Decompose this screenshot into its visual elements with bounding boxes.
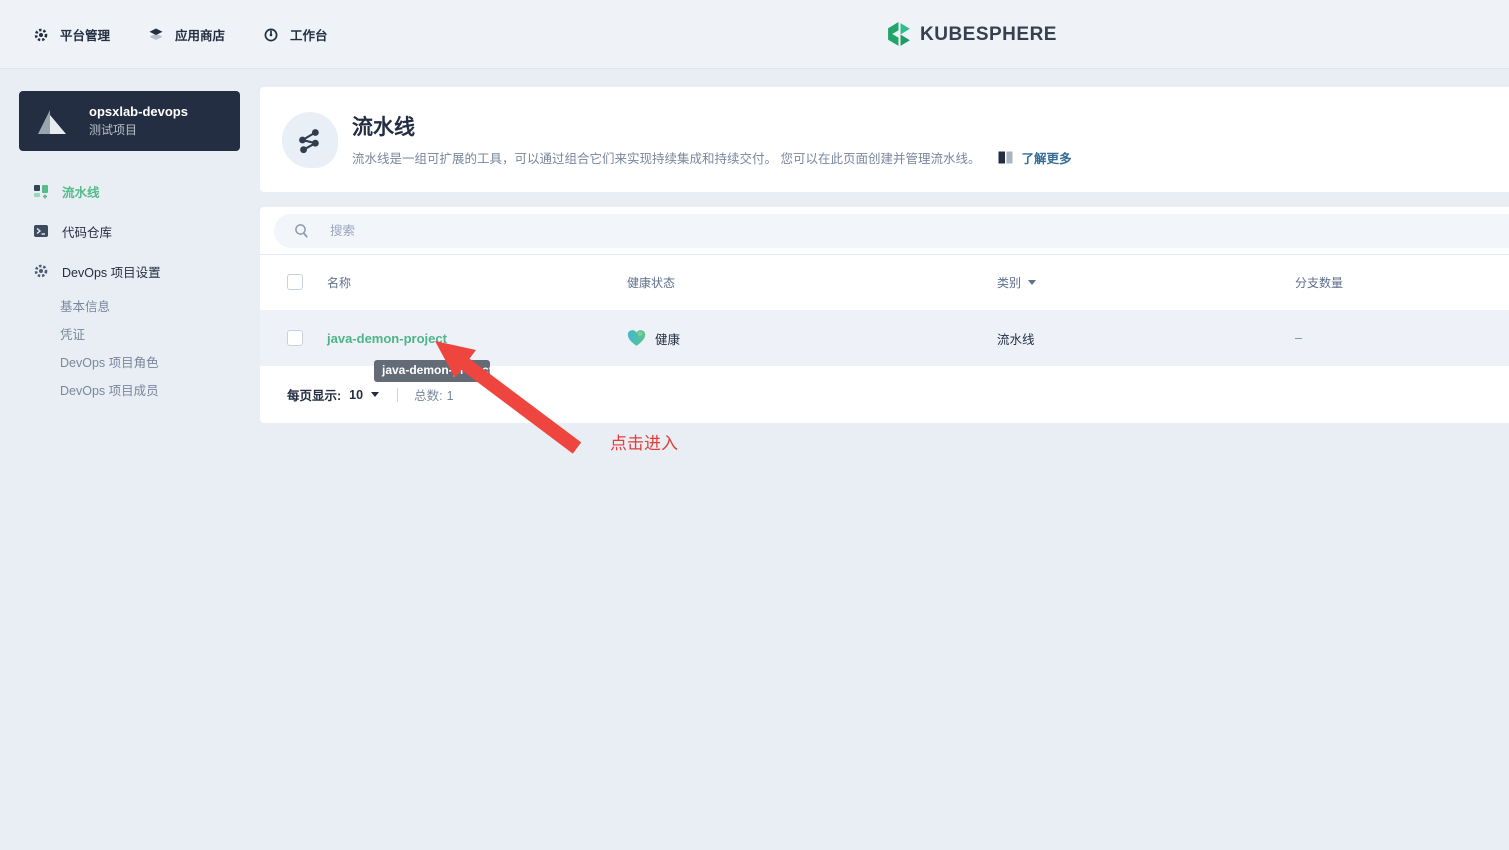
pipeline-header-icon [282, 112, 338, 168]
column-header-category[interactable]: 类别 [997, 274, 1295, 291]
sidebar-subitem-project-roles[interactable]: DevOps 项目角色 [0, 347, 260, 375]
page-title: 流水线 [352, 116, 415, 139]
devops-project-icon [38, 110, 66, 134]
sidebar-item-label: DevOps 项目设置 [62, 265, 161, 280]
project-selector-card[interactable]: opsxlab-devops 测试项目 [19, 91, 240, 151]
caret-down-icon [371, 392, 380, 397]
pipeline-name-link[interactable]: java-demon-project [327, 331, 447, 346]
column-header-branches: 分支数量 [1295, 276, 1344, 290]
kubesphere-logo-icon [888, 22, 910, 46]
per-page-label: 每页显示: [287, 389, 342, 403]
nav-appstore-label: 应用商店 [175, 29, 226, 43]
sidebar-subitem-credentials[interactable]: 凭证 [0, 319, 260, 347]
sidebar-item-label: 流水线 [62, 185, 100, 200]
per-page-value: 10 [349, 387, 364, 402]
sidebar: opsxlab-devops 测试项目 流水线 代码仓库 DevOps 项目设置… [0, 69, 260, 850]
table-row[interactable]: java-demon-project 健康 流水线 – [260, 310, 1509, 366]
column-header-health: 健康状态 [627, 276, 676, 290]
branches-cell: – [1295, 331, 1302, 345]
project-type: 测试项目 [89, 123, 138, 137]
workbench-icon [264, 28, 278, 41]
logo-text: KUBESPHERE [920, 23, 1057, 45]
per-page-select[interactable]: 10 [349, 387, 380, 402]
project-name: opsxlab-devops [89, 104, 188, 119]
sidebar-menu: 流水线 代码仓库 DevOps 项目设置 基本信息 凭证 DevOps 项目角色… [0, 171, 260, 403]
topbar: 平台管理 应用商店 工作台 KUBESPHERE [0, 0, 1509, 69]
page-header-card: 流水线 流水线是一组可扩展的工具，可以通过组合它们来实现持续集成和持续交付。 您… [260, 87, 1509, 192]
select-all-checkbox[interactable] [287, 274, 303, 290]
pager-divider [397, 387, 399, 402]
nav-platform-management[interactable]: 平台管理 [33, 25, 110, 44]
nav-platform-label: 平台管理 [60, 29, 111, 43]
nav-workbench[interactable]: 工作台 [263, 25, 328, 44]
gear-icon [34, 28, 48, 41]
kubesphere-logo[interactable]: KUBESPHERE [886, 21, 1057, 48]
main-content: 流水线 流水线是一组可扩展的工具，可以通过组合它们来实现持续集成和持续交付。 您… [260, 69, 1509, 850]
sidebar-item-code-repos[interactable]: 代码仓库 [0, 211, 260, 251]
health-status-cell: 健康 [627, 329, 997, 348]
pipeline-name-tooltip: java-demon-project [374, 360, 490, 382]
sidebar-item-pipelines[interactable]: 流水线 [0, 171, 260, 211]
total-value: 1 [446, 389, 454, 403]
subitem-label: 凭证 [60, 327, 86, 342]
category-cell: 流水线 [997, 332, 1035, 347]
nav-workbench-label: 工作台 [290, 29, 328, 43]
total-label: 总数: [414, 389, 443, 403]
total-count: 总数: 1 [414, 385, 453, 404]
learn-more-link[interactable]: 了解更多 [998, 148, 1072, 167]
page-description: 流水线是一组可扩展的工具，可以通过组合它们来实现持续集成和持续交付。 您可以在此… [352, 152, 981, 166]
pipeline-icon [34, 185, 48, 199]
sidebar-item-label: 代码仓库 [62, 225, 113, 240]
subitem-label: DevOps 项目成员 [60, 383, 159, 398]
pipeline-list-card: 名称 健康状态 类别 分支数量 java-demon-project [260, 207, 1509, 423]
sidebar-subitem-basic-info[interactable]: 基本信息 [0, 291, 260, 319]
subitem-label: 基本信息 [60, 299, 111, 314]
terminal-icon [34, 225, 48, 237]
kubesphere-devops-page: 平台管理 应用商店 工作台 KUBESPHERE opsxlab-devops … [0, 0, 1509, 850]
search-section [260, 207, 1509, 255]
gear-icon [34, 264, 48, 278]
subitem-label: DevOps 项目角色 [60, 355, 159, 370]
sort-caret-down-icon [1028, 280, 1037, 285]
appstore-icon [149, 28, 163, 40]
sidebar-item-devops-settings[interactable]: DevOps 项目设置 [0, 251, 260, 291]
health-heart-icon [627, 330, 646, 346]
sidebar-subitem-project-members[interactable]: DevOps 项目成员 [0, 375, 260, 403]
search-input[interactable] [274, 214, 1509, 248]
health-status-text: 健康 [655, 332, 681, 347]
row-checkbox[interactable] [287, 330, 303, 346]
column-header-name: 名称 [327, 276, 352, 290]
nav-app-store[interactable]: 应用商店 [148, 25, 225, 44]
docs-book-icon [998, 151, 1013, 164]
table-header-row: 名称 健康状态 类别 分支数量 [260, 255, 1509, 310]
